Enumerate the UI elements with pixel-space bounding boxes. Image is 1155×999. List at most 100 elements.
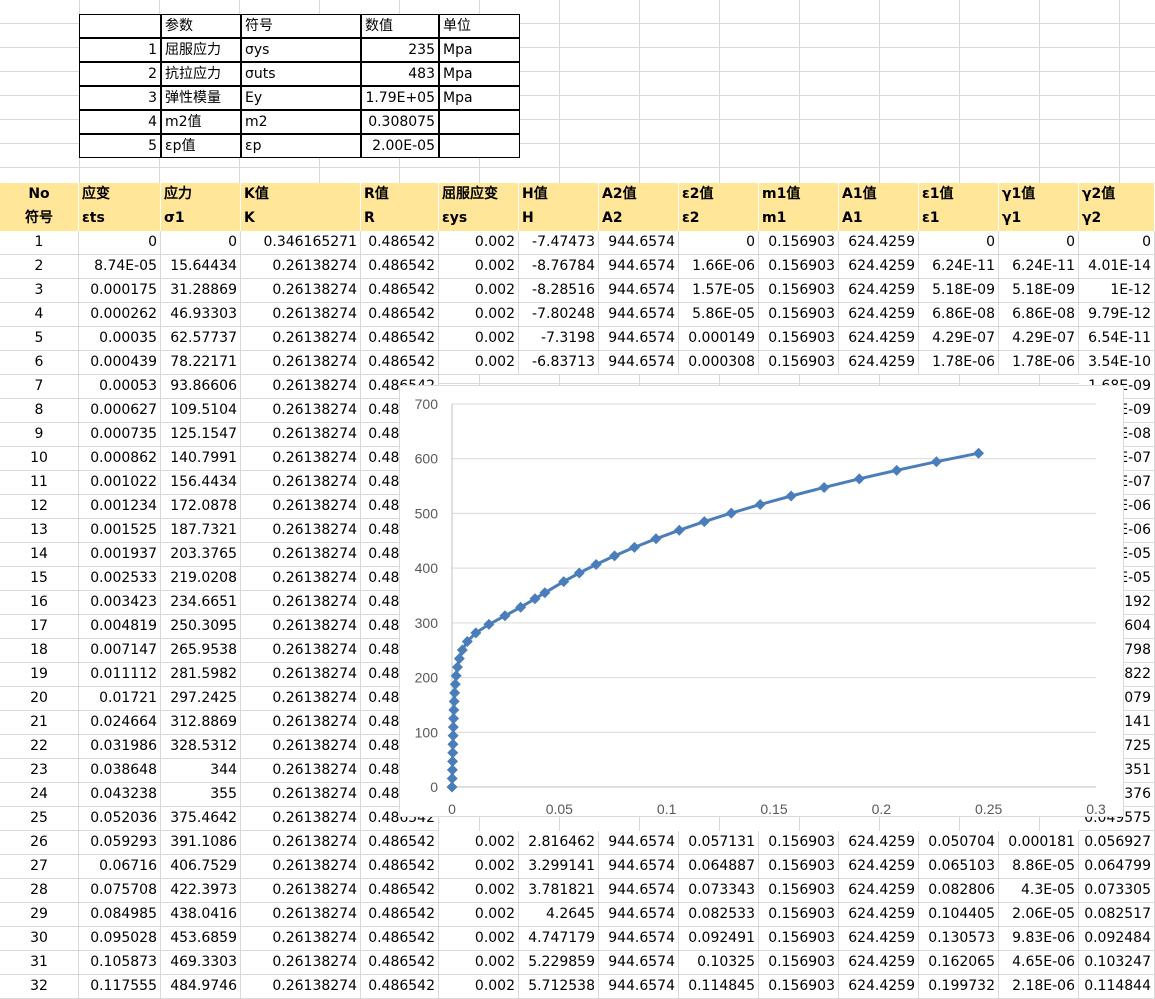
table-cell[interactable]: 0.26138274 [241, 399, 361, 423]
table-cell[interactable]: 0.002 [439, 975, 519, 999]
table-cell[interactable]: 1.78E-06 [919, 351, 999, 375]
table-cell[interactable]: 0.000735 [79, 423, 161, 447]
table-cell[interactable]: 31.28869 [161, 279, 241, 303]
table-cell[interactable]: 0.130573 [919, 927, 999, 951]
row-number[interactable]: 5 [0, 327, 79, 351]
param-name[interactable]: 弹性模量 [161, 86, 241, 110]
table-cell[interactable]: 0.26138274 [241, 879, 361, 903]
table-cell[interactable]: 312.8869 [161, 711, 241, 735]
table-cell[interactable]: 624.4259 [839, 231, 919, 255]
table-cell[interactable]: 0.346165271 [241, 231, 361, 255]
row-number[interactable]: 4 [0, 303, 79, 327]
table-cell[interactable]: 944.6574 [599, 231, 679, 255]
table-cell[interactable]: 6.86E-08 [999, 303, 1079, 327]
table-cell[interactable]: 0 [999, 231, 1079, 255]
table-cell[interactable]: 78.22171 [161, 351, 241, 375]
table-cell[interactable]: 109.5104 [161, 399, 241, 423]
column-symbol-header[interactable]: εts [79, 207, 161, 231]
table-cell[interactable]: 0.156903 [759, 855, 839, 879]
table-cell[interactable]: 469.3303 [161, 951, 241, 975]
table-cell[interactable]: 0.002 [439, 903, 519, 927]
param-header-cell[interactable]: 数值 [361, 14, 439, 38]
table-cell[interactable]: 0.486542 [361, 903, 439, 927]
column-header[interactable]: 应力 [161, 183, 241, 207]
table-cell[interactable]: 0.486542 [361, 351, 439, 375]
table-cell[interactable]: 624.4259 [839, 975, 919, 999]
table-cell[interactable]: -8.28516 [519, 279, 599, 303]
column-header[interactable]: 应变 [79, 183, 161, 207]
table-cell[interactable]: 0.002 [439, 879, 519, 903]
table-cell[interactable]: 624.4259 [839, 903, 919, 927]
table-cell[interactable]: 0.002 [439, 855, 519, 879]
table-cell[interactable]: 0.26138274 [241, 615, 361, 639]
table-cell[interactable]: 0.105873 [79, 951, 161, 975]
table-cell[interactable]: 944.6574 [599, 303, 679, 327]
table-cell[interactable]: 0.156903 [759, 927, 839, 951]
param-name[interactable]: 屈服应力 [161, 38, 241, 62]
table-cell[interactable]: 0.486542 [361, 327, 439, 351]
param-name[interactable]: 抗拉应力 [161, 62, 241, 86]
table-cell[interactable]: 0.26138274 [241, 543, 361, 567]
table-cell[interactable]: 0.26138274 [241, 375, 361, 399]
column-header[interactable]: A1值 [839, 183, 919, 207]
row-number[interactable]: 13 [0, 519, 79, 543]
column-header[interactable]: H值 [519, 183, 599, 207]
table-cell[interactable]: 0.156903 [759, 303, 839, 327]
table-cell[interactable]: 8.86E-05 [999, 855, 1079, 879]
table-cell[interactable]: 0.199732 [919, 975, 999, 999]
row-number[interactable]: 31 [0, 951, 79, 975]
table-cell[interactable]: 944.6574 [599, 855, 679, 879]
table-cell[interactable]: 0.000308 [679, 351, 759, 375]
param-unit[interactable] [439, 110, 520, 134]
row-number[interactable]: 1 [0, 231, 79, 255]
table-cell[interactable]: 944.6574 [599, 831, 679, 855]
table-cell[interactable]: 624.4259 [839, 831, 919, 855]
column-header[interactable]: γ1值 [999, 183, 1079, 207]
table-cell[interactable]: 0.002 [439, 831, 519, 855]
table-cell[interactable]: 5.18E-09 [999, 279, 1079, 303]
param-name[interactable]: εp值 [161, 134, 241, 158]
column-header[interactable]: γ2值 [1079, 183, 1155, 207]
column-header[interactable]: m1值 [759, 183, 839, 207]
param-header-cell[interactable]: 符号 [241, 14, 361, 38]
column-symbol-header[interactable]: A2 [599, 207, 679, 231]
table-cell[interactable]: 4.01E-14 [1079, 255, 1155, 279]
table-cell[interactable]: 0.26138274 [241, 975, 361, 999]
table-cell[interactable]: 8.74E-05 [79, 255, 161, 279]
table-cell[interactable]: 0.003423 [79, 591, 161, 615]
column-header[interactable]: ε2值 [679, 183, 759, 207]
column-header[interactable]: ε1值 [919, 183, 999, 207]
table-cell[interactable]: 125.1547 [161, 423, 241, 447]
table-cell[interactable]: 6.24E-11 [999, 255, 1079, 279]
table-cell[interactable]: 0.26138274 [241, 855, 361, 879]
table-cell[interactable]: 624.4259 [839, 279, 919, 303]
table-cell[interactable]: 0 [161, 231, 241, 255]
table-cell[interactable]: 0.001022 [79, 471, 161, 495]
table-cell[interactable]: 0.156903 [759, 831, 839, 855]
table-cell[interactable]: 0.26138274 [241, 519, 361, 543]
table-cell[interactable]: 172.0878 [161, 495, 241, 519]
table-cell[interactable]: 0.162065 [919, 951, 999, 975]
table-cell[interactable]: 0.065103 [919, 855, 999, 879]
table-cell[interactable]: 0.06716 [79, 855, 161, 879]
table-cell[interactable]: 0.486542 [361, 255, 439, 279]
param-symbol[interactable]: σys [241, 38, 361, 62]
table-cell[interactable]: 624.4259 [839, 255, 919, 279]
table-cell[interactable]: 46.93303 [161, 303, 241, 327]
table-cell[interactable]: 375.4642 [161, 807, 241, 831]
column-symbol-header[interactable]: ε2 [679, 207, 759, 231]
table-cell[interactable]: 3.299141 [519, 855, 599, 879]
param-row-number[interactable]: 3 [79, 86, 161, 110]
param-row-number[interactable]: 2 [79, 62, 161, 86]
table-cell[interactable]: 0.002533 [79, 567, 161, 591]
table-cell[interactable]: 0 [79, 231, 161, 255]
table-cell[interactable]: 0.26138274 [241, 951, 361, 975]
table-cell[interactable]: 0.01721 [79, 687, 161, 711]
table-cell[interactable]: 5.229859 [519, 951, 599, 975]
table-cell[interactable]: 1.78E-06 [999, 351, 1079, 375]
table-cell[interactable]: 0.26138274 [241, 663, 361, 687]
stress-strain-chart[interactable]: 0 100 200 300 400 500 600 700 0 0.05 0.1 0.15 0.2 0.2… [399, 385, 1124, 817]
table-cell[interactable]: 4.3E-05 [999, 879, 1079, 903]
table-cell[interactable]: 0.26138274 [241, 351, 361, 375]
table-cell[interactable]: 0.26138274 [241, 327, 361, 351]
